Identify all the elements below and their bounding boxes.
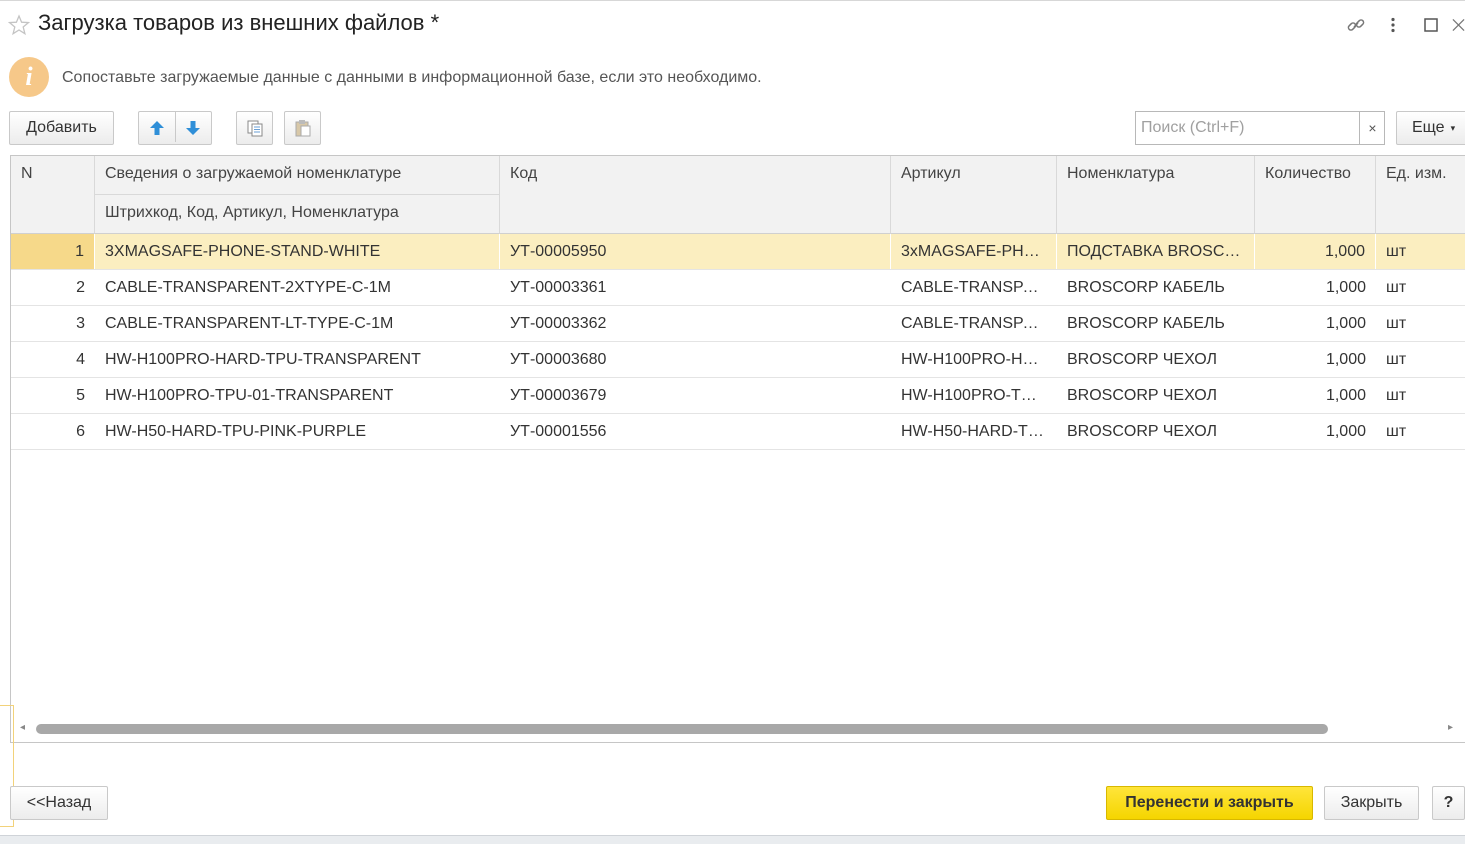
- cell-n: 2: [76, 279, 85, 296]
- cell-unit[interactable]: шт: [1376, 378, 1465, 413]
- cell-n: 5: [76, 387, 85, 404]
- cell-code[interactable]: УТ-00003361: [500, 270, 891, 305]
- cell-nomenclature[interactable]: BROSCORP ЧЕХОЛ: [1057, 414, 1255, 449]
- cell-info[interactable]: HW-H100PRO-HARD-TPU-TRANSPARENT: [95, 342, 500, 377]
- items-table[interactable]: N Сведения о загружаемой номенклатуре Шт…: [10, 155, 1465, 743]
- col-header-info-label: Сведения о загружаемой номенклатуре: [105, 165, 402, 182]
- col-header-n-label: N: [21, 165, 33, 182]
- arrow-up-icon[interactable]: [149, 120, 165, 136]
- col-header-code-label: Код: [510, 165, 538, 182]
- col-header-quantity[interactable]: Количество: [1255, 156, 1376, 234]
- cell-article[interactable]: CABLE-TRANSPARENT-2XTYPE-C-1M: [891, 270, 1057, 305]
- back-button[interactable]: <<Назад: [10, 786, 108, 820]
- chevron-down-icon: ▾: [1450, 122, 1456, 133]
- link-icon[interactable]: [1345, 14, 1367, 36]
- cell-nomenclature[interactable]: BROSCORP ЧЕХОЛ: [1057, 378, 1255, 413]
- table-row[interactable]: 6 HW-H50-HARD-TPU-PINK-PURPLE УТ-0000155…: [11, 414, 1465, 450]
- add-button[interactable]: Добавить: [9, 111, 114, 145]
- col-header-quantity-label: Количество: [1265, 165, 1351, 182]
- info-icon: i: [9, 57, 49, 97]
- more-icon[interactable]: [1382, 14, 1404, 36]
- copy-button[interactable]: [236, 111, 273, 145]
- more-label: Еще: [1412, 119, 1445, 136]
- cell-article[interactable]: HW-H100PRO-HARD-TPU-TRANSPARENT: [891, 342, 1057, 377]
- close-button[interactable]: Закрыть: [1324, 786, 1419, 820]
- cell-quantity[interactable]: 1,000: [1255, 234, 1376, 269]
- cell-info[interactable]: HW-H100PRO-TPU-01-TRANSPARENT: [95, 378, 500, 413]
- cell-info[interactable]: CABLE-TRANSPARENT-2XTYPE-C-1M: [95, 270, 500, 305]
- cell-n: 4: [76, 351, 85, 368]
- col-header-article-label: Артикул: [901, 165, 961, 182]
- search-field: ×: [1135, 111, 1385, 145]
- cell-quantity[interactable]: 1,000: [1255, 378, 1376, 413]
- table-row[interactable]: 5 HW-H100PRO-TPU-01-TRANSPARENT УТ-00003…: [11, 378, 1465, 414]
- col-header-n[interactable]: N: [11, 156, 95, 234]
- cell-code[interactable]: УТ-00005950: [500, 234, 891, 269]
- horizontal-scrollbar[interactable]: [36, 724, 1440, 734]
- scroll-right-icon[interactable]: ▸: [1448, 722, 1453, 733]
- col-header-info-sublabel: Штрихкод, Код, Артикул, Номенклатура: [105, 204, 399, 221]
- copy-icon: [246, 119, 264, 137]
- cell-code[interactable]: УТ-00003362: [500, 306, 891, 341]
- col-header-nomenclature-label: Номенклатура: [1067, 165, 1175, 182]
- cell-article[interactable]: CABLE-TRANSPARENT-LT-TYPE-C-1M: [891, 306, 1057, 341]
- scroll-left-icon[interactable]: ◂: [20, 722, 25, 733]
- cell-quantity[interactable]: 1,000: [1255, 414, 1376, 449]
- cell-n: 6: [76, 423, 85, 440]
- maximize-icon[interactable]: [1420, 14, 1442, 36]
- cell-quantity[interactable]: 1,000: [1255, 306, 1376, 341]
- cell-nomenclature[interactable]: BROSCORP ЧЕХОЛ: [1057, 342, 1255, 377]
- cell-info[interactable]: CABLE-TRANSPARENT-LT-TYPE-C-1M: [95, 306, 500, 341]
- cell-unit[interactable]: шт: [1376, 342, 1465, 377]
- page-title: Загрузка товаров из внешних файлов *: [38, 10, 440, 35]
- cell-unit[interactable]: шт: [1376, 270, 1465, 305]
- cell-quantity[interactable]: 1,000: [1255, 342, 1376, 377]
- cell-article[interactable]: HW-H50-HARD-TPU-PINK-PURPLE: [891, 414, 1057, 449]
- top-border: [0, 0, 1465, 1]
- cell-article[interactable]: HW-H100PRO-TPU-01-TRANSPARENT: [891, 378, 1057, 413]
- col-header-unit-label: Ед. изм.: [1386, 165, 1447, 182]
- col-header-code[interactable]: Код: [500, 156, 891, 234]
- close-icon[interactable]: [1452, 14, 1465, 36]
- toolbar-divider: [175, 112, 176, 142]
- more-button[interactable]: Еще ▾: [1396, 111, 1465, 145]
- cell-nomenclature[interactable]: BROSCORP КАБЕЛЬ: [1057, 306, 1255, 341]
- table-row[interactable]: 4 HW-H100PRO-HARD-TPU-TRANSPARENT УТ-000…: [11, 342, 1465, 378]
- cell-info[interactable]: HW-H50-HARD-TPU-PINK-PURPLE: [95, 414, 500, 449]
- col-header-article[interactable]: Артикул: [891, 156, 1057, 234]
- cell-quantity[interactable]: 1,000: [1255, 270, 1376, 305]
- header-divider: [95, 194, 499, 195]
- col-header-nomenclature[interactable]: Номенклатура: [1057, 156, 1255, 234]
- cell-unit[interactable]: шт: [1376, 414, 1465, 449]
- form-window: Загрузка товаров из внешних файлов * i С…: [0, 0, 1465, 844]
- table-row[interactable]: 2 CABLE-TRANSPARENT-2XTYPE-C-1M УТ-00003…: [11, 270, 1465, 306]
- cell-code[interactable]: УТ-00001556: [500, 414, 891, 449]
- help-button[interactable]: ?: [1432, 786, 1465, 820]
- cell-code[interactable]: УТ-00003680: [500, 342, 891, 377]
- cell-code[interactable]: УТ-00003679: [500, 378, 891, 413]
- info-message: Сопоставьте загружаемые данные с данными…: [62, 69, 762, 86]
- search-input[interactable]: [1136, 112, 1358, 144]
- cell-nomenclature[interactable]: ПОДСТАВКА BROSCORP: [1057, 234, 1255, 269]
- paste-icon: [294, 119, 312, 137]
- search-clear-button[interactable]: ×: [1359, 112, 1385, 144]
- col-header-unit[interactable]: Ед. изм.: [1376, 156, 1465, 234]
- cell-n: 1: [11, 234, 95, 269]
- col-header-info[interactable]: Сведения о загружаемой номенклатуре Штри…: [95, 156, 500, 234]
- cell-article[interactable]: 3xMAGSAFE-PHONE-STAND-WHITE: [891, 234, 1057, 269]
- cell-n: 3: [76, 315, 85, 332]
- cell-unit[interactable]: шт: [1376, 306, 1465, 341]
- cell-nomenclature[interactable]: BROSCORP КАБЕЛЬ: [1057, 270, 1255, 305]
- table-row[interactable]: 1 3XMAGSAFE-PHONE-STAND-WHITE УТ-0000595…: [11, 234, 1465, 270]
- scrollbar-thumb[interactable]: [36, 724, 1328, 734]
- arrow-down-icon[interactable]: [185, 120, 201, 136]
- table-row[interactable]: 3 CABLE-TRANSPARENT-LT-TYPE-C-1M УТ-0000…: [11, 306, 1465, 342]
- cell-unit[interactable]: шт: [1376, 234, 1465, 269]
- cell-info[interactable]: 3XMAGSAFE-PHONE-STAND-WHITE: [95, 234, 500, 269]
- apply-and-close-button[interactable]: Перенести и закрыть: [1106, 786, 1313, 820]
- favorite-star-icon[interactable]: [7, 14, 31, 36]
- paste-button[interactable]: [284, 111, 321, 145]
